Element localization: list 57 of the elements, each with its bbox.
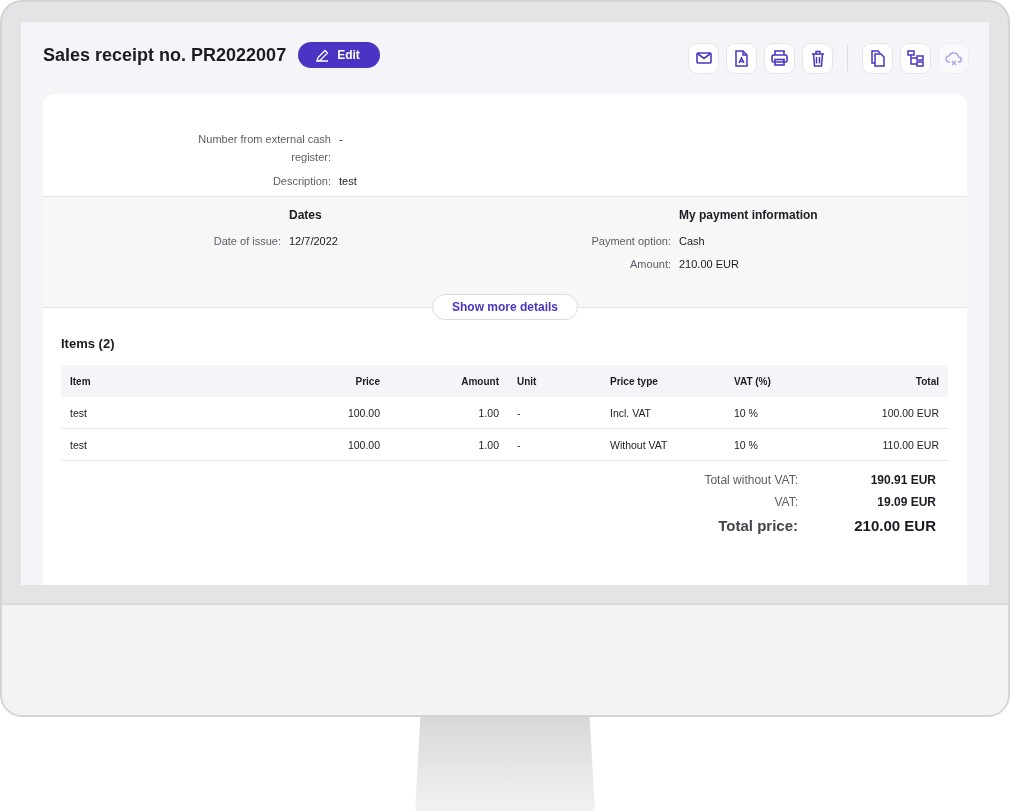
total-label: Total without VAT:	[703, 473, 798, 487]
toolbar-button[interactable]	[900, 42, 931, 74]
table-cell: 10 %	[725, 428, 851, 461]
cloud-icon	[944, 50, 963, 66]
show-more-details-button[interactable]: Show more details	[432, 294, 578, 320]
field-label: Amount:	[629, 257, 671, 272]
mail-icon	[695, 52, 712, 64]
page-title: Sales receipt no. PR2022007	[43, 44, 287, 66]
column-header: Total	[851, 365, 948, 397]
column-header: Price	[241, 365, 389, 397]
toolbar-button[interactable]	[688, 42, 719, 74]
toolbar-button[interactable]	[802, 42, 833, 74]
column-header: VAT (%)	[725, 365, 851, 397]
column-header: Price type	[601, 365, 725, 397]
total-label: VAT:	[773, 495, 798, 509]
table-cell: -	[508, 428, 601, 461]
trash-icon	[810, 49, 825, 67]
field-label: Number from external cash register:	[197, 132, 331, 165]
toolbar-button[interactable]	[726, 42, 757, 74]
table-cell: Incl. VAT	[601, 397, 725, 429]
column-header: Unit	[508, 365, 601, 397]
total-value: 210.00 EUR	[853, 517, 937, 534]
table-cell: Without VAT	[601, 428, 725, 461]
table-cell: test	[61, 397, 241, 429]
table-cell: 1.00	[389, 397, 508, 429]
section-heading: My payment information	[679, 207, 819, 223]
items-heading: Items (2)	[61, 336, 116, 351]
table-cell: test	[61, 428, 241, 461]
total-value: 190.91 EUR	[869, 473, 937, 487]
table-cell: 100.00	[241, 397, 389, 429]
column-header: Amount	[389, 365, 508, 397]
field-value: -	[339, 132, 344, 147]
field-label: Description:	[271, 174, 331, 189]
copy-icon	[870, 49, 885, 67]
table-cell: 1.00	[389, 428, 508, 461]
table-cell: 100.00	[241, 428, 389, 461]
printer-icon	[771, 50, 788, 66]
field-value: Cash	[679, 234, 706, 249]
field-value: 12/7/2022	[289, 234, 339, 249]
column-header: Item	[61, 365, 241, 397]
total-value: 19.09 EUR	[876, 495, 937, 509]
hierarchy-icon	[907, 49, 924, 67]
table-cell: -	[508, 397, 601, 429]
field-value: 210.00 EUR	[679, 257, 740, 272]
toolbar-button[interactable]	[764, 42, 795, 74]
field-label: Payment option:	[590, 234, 671, 249]
table-cell: 100.00 EUR	[851, 397, 948, 429]
section-heading: Dates	[289, 207, 323, 223]
pdf-file-icon	[735, 49, 748, 67]
edit-button[interactable]: Edit	[298, 42, 380, 68]
total-label: Total price:	[717, 517, 798, 534]
pencil-icon	[316, 48, 330, 62]
field-value: test	[339, 174, 358, 189]
toolbar-button[interactable]	[862, 42, 893, 74]
table-cell: 10 %	[725, 397, 851, 429]
field-label: Date of issue:	[212, 234, 281, 249]
table-cell: 110.00 EUR	[851, 428, 948, 461]
